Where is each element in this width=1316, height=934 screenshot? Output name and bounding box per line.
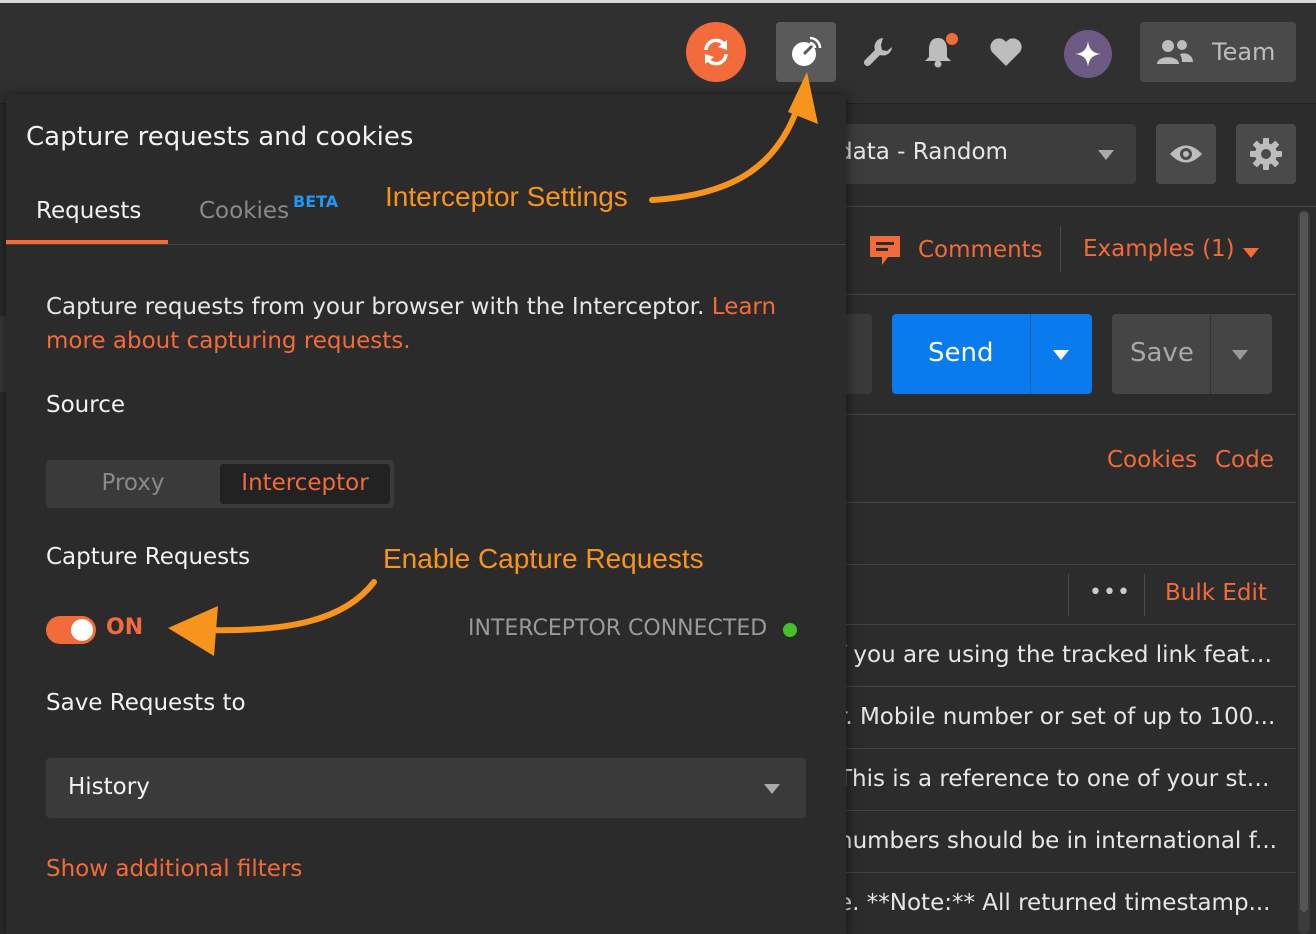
connection-status: INTERCEPTOR CONNECTED <box>468 616 768 641</box>
table-row: numbers should be in international f... <box>838 828 1277 854</box>
chevron-down-icon <box>764 784 780 794</box>
status-indicator <box>783 623 797 637</box>
comment-icon <box>870 236 900 265</box>
divider <box>838 564 1296 565</box>
satellite-dish-icon <box>792 36 822 66</box>
divider <box>838 206 1316 207</box>
more-options-button[interactable]: ••• <box>1089 580 1131 605</box>
eye-icon <box>1170 145 1202 163</box>
cookies-link[interactable]: Cookies <box>1107 447 1197 473</box>
sync-icon <box>704 38 728 66</box>
annotation-enable-capture: Enable Capture Requests <box>383 543 704 574</box>
send-button[interactable]: Send <box>892 314 1092 394</box>
toggle-knob <box>71 619 93 641</box>
source-option-interceptor[interactable]: Interceptor <box>220 464 390 504</box>
divider <box>838 414 1296 415</box>
heart-icon <box>990 38 1022 66</box>
divider <box>838 872 1296 873</box>
save-requests-label: Save Requests to <box>46 690 246 716</box>
interceptor-button[interactable] <box>776 22 836 82</box>
gear-icon <box>1250 138 1282 170</box>
tabs-divider <box>6 244 846 245</box>
beta-badge: BETA <box>293 192 339 211</box>
table-row: This is a reference to one of your stor.… <box>838 766 1280 792</box>
save-to-value: History <box>68 774 150 800</box>
source-label: Source <box>46 392 125 418</box>
whats-new-button[interactable] <box>1064 30 1112 78</box>
wrench-icon <box>863 38 892 67</box>
chevron-down-icon[interactable] <box>1053 350 1069 360</box>
save-to-select[interactable]: History <box>46 758 806 818</box>
tab-requests[interactable]: Requests <box>36 198 141 224</box>
table-row: f you are using the tracked link featur.… <box>838 642 1280 668</box>
team-button[interactable]: Team <box>1140 22 1296 82</box>
comments-label: Comments <box>918 237 1043 263</box>
save-button[interactable]: Save <box>1112 314 1272 394</box>
examples-dropdown[interactable]: Examples (1) <box>1083 236 1235 262</box>
divider <box>838 686 1296 687</box>
environment-select[interactable]: data - Random <box>838 124 1136 184</box>
scrollbar-thumb[interactable] <box>1300 212 1308 912</box>
capture-toggle[interactable] <box>46 616 96 644</box>
environment-select-value: data - Random <box>838 139 1008 165</box>
divider <box>1210 314 1211 394</box>
divider <box>1144 574 1145 616</box>
divider <box>838 748 1296 749</box>
notification-badge <box>946 33 958 45</box>
divider <box>838 502 1296 503</box>
send-label: Send <box>928 338 994 368</box>
divider <box>1060 226 1061 272</box>
chevron-down-icon <box>1243 248 1259 258</box>
chevron-down-icon <box>1098 150 1114 160</box>
environment-quick-look-button[interactable] <box>1156 124 1216 184</box>
header-bar <box>0 3 1316 104</box>
source-option-proxy[interactable]: Proxy <box>46 460 220 508</box>
comments-tab[interactable]: Comments <box>868 230 1043 270</box>
capture-requests-label: Capture Requests <box>46 544 251 570</box>
popup-title: Capture requests and cookies <box>26 122 414 152</box>
tab-cookies[interactable]: Cookies <box>199 198 289 224</box>
description-text: Capture requests from your browser with … <box>46 294 705 320</box>
favorite-button[interactable] <box>984 26 1028 78</box>
annotation-interceptor-settings: Interceptor Settings <box>385 181 628 212</box>
team-icon <box>1157 40 1193 64</box>
settings-wrench-button[interactable] <box>856 26 900 78</box>
team-label: Team <box>1212 38 1276 66</box>
table-row: r. Mobile number or set of up to 100... <box>838 704 1276 730</box>
divider <box>838 294 1296 295</box>
bulk-edit-link[interactable]: Bulk Edit <box>1165 580 1267 606</box>
chevron-down-icon[interactable] <box>1232 350 1248 360</box>
divider <box>1030 314 1031 394</box>
toggle-state-label: ON <box>106 615 144 640</box>
code-link[interactable]: Code <box>1215 447 1274 473</box>
source-toggle: Proxy Interceptor <box>46 460 394 508</box>
sync-button[interactable] <box>686 22 746 82</box>
sparkle-icon <box>1075 41 1101 67</box>
save-label: Save <box>1130 338 1194 368</box>
capture-popup: Capture requests and cookies Requests Co… <box>6 94 846 934</box>
show-filters-link[interactable]: Show additional filters <box>46 856 302 882</box>
table-row: e. **Note:** All returned timestamp... <box>838 890 1271 916</box>
divider <box>1068 574 1069 616</box>
manage-environments-button[interactable] <box>1236 124 1296 184</box>
divider <box>838 624 1296 625</box>
divider <box>838 810 1296 811</box>
capture-description: Capture requests from your browser with … <box>46 290 786 358</box>
